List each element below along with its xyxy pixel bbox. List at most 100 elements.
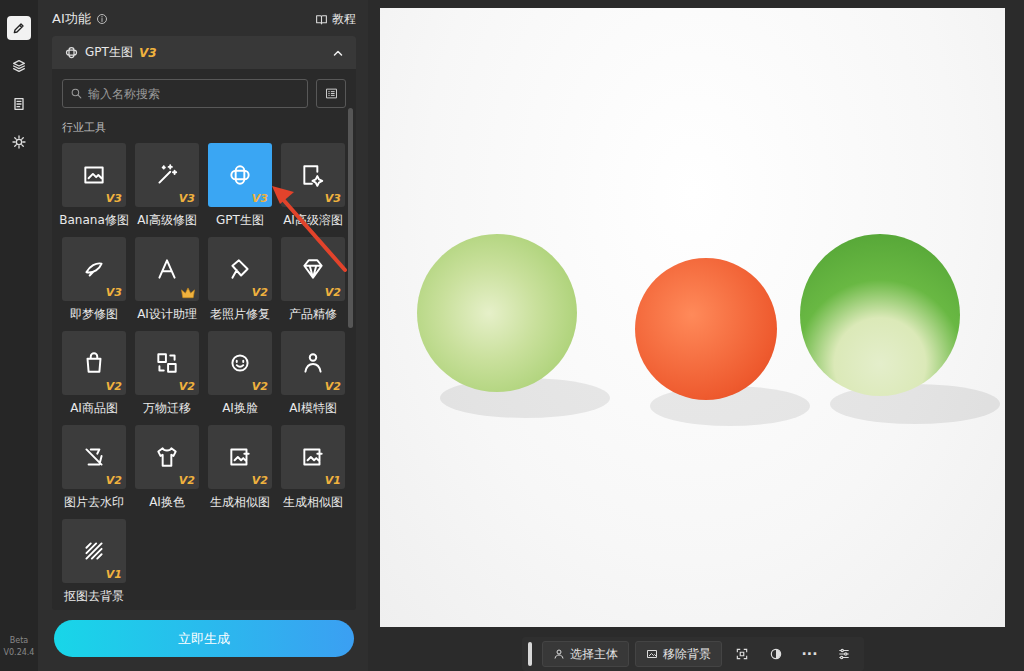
tutorial-link[interactable]: 教程	[315, 11, 356, 28]
version-badge: V1	[106, 568, 122, 581]
tool-item[interactable]: V2生成相似图	[208, 425, 272, 510]
info-icon[interactable]	[96, 13, 108, 25]
panel-title: AI功能	[52, 10, 91, 28]
search-input[interactable]	[88, 87, 300, 101]
section-title: GPT生图	[85, 44, 133, 61]
similar-image-icon	[227, 444, 253, 470]
list-view-button[interactable]	[316, 79, 346, 108]
tool-tile[interactable]	[135, 237, 199, 301]
tool-tile[interactable]: V3	[135, 143, 199, 207]
tool-item[interactable]: V3即梦修图	[62, 237, 126, 322]
rail-item[interactable]	[7, 92, 31, 116]
shopping-bag-icon	[81, 350, 107, 376]
tool-tile[interactable]: V1	[62, 519, 126, 583]
tool-label: 生成相似图	[283, 494, 343, 510]
tool-tile[interactable]: V3	[62, 143, 126, 207]
tool-item[interactable]: V3GPT生图	[208, 143, 272, 228]
tool-label: AI设计助理	[137, 306, 197, 322]
tool-item[interactable]: V2万物迁移	[135, 331, 199, 416]
rail-item[interactable]	[7, 130, 31, 154]
tool-item[interactable]: V2 产品精修	[281, 237, 345, 322]
tool-item[interactable]: V2 AI商品图	[62, 331, 126, 416]
tool-tile[interactable]: V2	[281, 331, 345, 395]
tool-label: AI换脸	[222, 400, 258, 416]
section-header[interactable]: GPT生图V3	[52, 36, 356, 69]
list-icon	[324, 86, 339, 101]
tool-item[interactable]: V3 AI高级修图	[135, 143, 199, 228]
adjust-button[interactable]	[830, 641, 858, 667]
tool-label: AI模特图	[289, 400, 337, 416]
tool-tile[interactable]: V1	[281, 425, 345, 489]
tool-label: 图片去水印	[64, 494, 124, 510]
side-rail: BetaV0.24.4	[0, 0, 38, 671]
cabbage-plush	[417, 234, 577, 392]
model-icon	[300, 350, 326, 376]
tool-tile[interactable]: V2	[208, 237, 272, 301]
tool-item[interactable]: V2 AI换色	[135, 425, 199, 510]
tool-tile[interactable]: V2	[62, 331, 126, 395]
tool-item[interactable]: V3AI高级溶图	[281, 143, 345, 228]
rail-item[interactable]	[7, 16, 31, 40]
version-badge: V2	[106, 380, 122, 393]
rail-item[interactable]	[7, 54, 31, 78]
tool-item[interactable]: V1 抠图去背景	[62, 519, 126, 604]
version-badge: V2	[325, 380, 341, 393]
tool-tile[interactable]: V3	[208, 143, 272, 207]
generate-button[interactable]: 立即生成	[54, 620, 354, 657]
version-badge: V2	[106, 474, 122, 487]
tool-label: 抠图去背景	[64, 588, 124, 604]
canvas-photo[interactable]	[380, 8, 1005, 627]
version-badge: V3	[106, 286, 122, 299]
tool-tile[interactable]: V2	[62, 425, 126, 489]
more-button[interactable]: ···	[796, 641, 824, 667]
transfer-icon	[154, 350, 180, 376]
watermark-remove-icon	[81, 444, 107, 470]
tool-item[interactable]: V2 老照片修复	[208, 237, 272, 322]
tool-tile[interactable]: V2	[208, 425, 272, 489]
tool-tile[interactable]: V3	[281, 143, 345, 207]
tool-tile[interactable]: V2	[281, 237, 345, 301]
tool-item[interactable]: V2 AI模特图	[281, 331, 345, 416]
tool-label: AI换色	[149, 494, 185, 510]
diamond-icon	[300, 256, 326, 282]
crop-button[interactable]	[728, 641, 756, 667]
version-badge: V2	[325, 286, 341, 299]
tool-tile[interactable]: V3	[62, 237, 126, 301]
person-icon	[553, 648, 565, 660]
toolbar-button[interactable]: 选择主体	[542, 641, 629, 667]
tool-tile[interactable]: V2	[135, 331, 199, 395]
tool-item[interactable]: V2 AI换脸	[208, 331, 272, 416]
tool-item[interactable]: AI设计助理	[135, 237, 199, 322]
tool-grid: V3Banana修图V3AI高级修图V3GPT生图V3AI高级溶图V3即梦修图A…	[62, 143, 346, 610]
design-icon	[154, 256, 180, 282]
tool-label: AI商品图	[70, 400, 118, 416]
shirt-icon	[154, 444, 180, 470]
search-row	[62, 79, 346, 108]
crop-icon	[735, 647, 749, 661]
version-number: V0.24.4	[4, 647, 35, 659]
blend-icon	[300, 162, 326, 188]
panel-header: AI功能 教程	[52, 0, 356, 36]
red-arrow-icon	[38, 0, 368, 671]
tool-tile[interactable]: V2	[135, 425, 199, 489]
scrollbar[interactable]	[348, 108, 353, 328]
version-badge: V2	[179, 474, 195, 487]
tool-tile[interactable]: V2	[208, 331, 272, 395]
beta-label: Beta	[10, 635, 28, 647]
pencil-icon	[11, 20, 27, 36]
toolbar-button[interactable]: 移除背景	[635, 641, 722, 667]
tool-label: AI高级修图	[137, 212, 197, 228]
tool-label: 老照片修复	[210, 306, 270, 322]
search-field[interactable]	[62, 79, 308, 108]
toolbar-handle[interactable]	[528, 642, 532, 666]
tool-item[interactable]: V2 图片去水印	[62, 425, 126, 510]
version-badge: V2	[252, 474, 268, 487]
version-badge: V1	[325, 474, 341, 487]
tool-label: 产品精修	[289, 306, 337, 322]
contrast-button[interactable]	[762, 641, 790, 667]
image-edit-icon	[81, 162, 107, 188]
tool-item[interactable]: V3Banana修图	[62, 143, 126, 228]
canvas-toolbar: 选择主体移除背景 ···	[522, 637, 864, 671]
tool-item[interactable]: V1 生成相似图	[281, 425, 345, 510]
version-badge: V2	[252, 380, 268, 393]
